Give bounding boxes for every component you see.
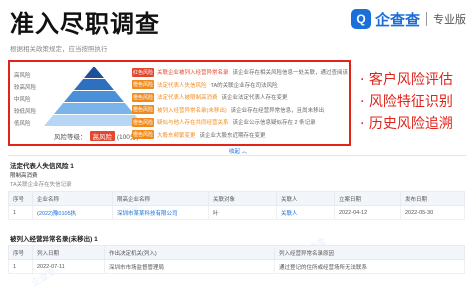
cell-pub-date: 2022-05-30 bbox=[400, 205, 465, 220]
risk-pyramid-chart bbox=[44, 67, 144, 126]
annotation-risk-history: · 历史风险追溯 bbox=[360, 116, 453, 132]
risk-item-list: 红色风险 关联企业被列入经营异常名录 该企业存在相关风险信息一处关联，通过查阅该… bbox=[132, 66, 348, 141]
risk-item-desc: 该企业法定代表人存在变更 bbox=[221, 95, 288, 102]
cell-authority: 深圳市市场监督管理局 bbox=[104, 259, 275, 274]
risk-item[interactable]: 红色风险 关联企业被列入经营异常名录 该企业存在相关风险信息一处关联，通过查阅该… bbox=[132, 66, 348, 79]
risk-item-desc: 该企业存在相关风险信息一处关联，通过查阅该企业关联 bbox=[232, 70, 348, 77]
qichacha-logo-icon: Q bbox=[350, 9, 371, 29]
section-title-legal-rep: 法定代表人失信风险 1 bbox=[10, 163, 74, 170]
risk-level-tag: 橙色风险 bbox=[132, 117, 154, 127]
section-note: TA关联企业存在失信记录 bbox=[10, 182, 72, 188]
cell-relation: 叶 bbox=[208, 205, 277, 220]
page-subtitle: 根据相关政策规定，应当按照执行 bbox=[10, 46, 108, 53]
level-label: 较低风险 bbox=[14, 109, 37, 115]
section-divider bbox=[8, 155, 466, 156]
risk-item-title: 被列入经营异常名录(未移出) bbox=[157, 107, 227, 114]
column-header: 序号 bbox=[8, 245, 33, 260]
column-header: 发布日期 bbox=[400, 191, 465, 206]
section-subtitle: 限制高消费 bbox=[10, 173, 38, 179]
cell-no: 1 bbox=[8, 259, 33, 274]
column-header: 关联人 bbox=[276, 191, 335, 206]
risk-item[interactable]: 橙色风险 疑似与他人存在共同经营关系 该企业公示信息疑似存在 2 条记录 bbox=[132, 116, 348, 129]
column-header: 列入日期 bbox=[32, 245, 105, 260]
risk-item-title: 关联企业被列入经营异常名录 bbox=[157, 70, 229, 77]
pyramid-layer bbox=[64, 91, 124, 102]
cell-no: 1 bbox=[8, 205, 33, 220]
cell-person-link[interactable]: 关联人 bbox=[276, 205, 335, 220]
risk-item[interactable]: 橙色风险 法定代表人失信风险 TA的关联企业存在司法风险 bbox=[132, 79, 348, 92]
pyramid-layer bbox=[44, 115, 144, 126]
risk-grade: 风险等级： 高风险 (100分) bbox=[54, 131, 139, 141]
risk-item-title: 疑似与他人存在共同经营关系 bbox=[157, 120, 229, 127]
risk-item-desc: 该企业大股东近期存在变更 bbox=[199, 132, 266, 139]
cell-reason: 通过登记的住所或经营场所无法联系 bbox=[274, 259, 465, 274]
abnormal-list-table: 序号 列入日期 作出决定机关(列入) 列入经营异常名录原因 1 2022-07-… bbox=[8, 245, 465, 274]
column-header: 企业名称 bbox=[32, 191, 113, 206]
column-header: 列入经营异常名录原因 bbox=[274, 245, 465, 260]
collapse-toggle[interactable]: 收起 ︿ bbox=[229, 147, 247, 155]
table-header-row: 序号 企业名称 限高企业名称 关联对象 关联人 立案日期 发布日期 bbox=[8, 191, 465, 206]
risk-grade-badge: 高风险 bbox=[89, 131, 115, 141]
page-title: 准入尽职调查 bbox=[10, 10, 160, 38]
column-header: 关联对象 bbox=[208, 191, 277, 206]
column-header: 序号 bbox=[8, 191, 33, 206]
risk-level-tag: 橙色风险 bbox=[132, 92, 154, 102]
legal-rep-table: 序号 企业名称 限高企业名称 关联对象 关联人 立案日期 发布日期 1 (202… bbox=[8, 191, 465, 220]
annotation-risk-assessment: · 客户风险评估 bbox=[360, 72, 453, 88]
cell-target-link[interactable]: 深圳市某某科技有限公司 bbox=[112, 205, 209, 220]
level-label: 较高风险 bbox=[14, 85, 37, 91]
risk-level-tag: 橙色风险 bbox=[132, 80, 154, 90]
feature-annotations: · 客户风险评估 · 风险特征识别 · 历史风险追溯 bbox=[360, 70, 453, 136]
risk-item-title: 法定代表人被限制高消费 bbox=[157, 95, 218, 102]
risk-item[interactable]: 橙色风险 被列入经营异常名录(未移出) 该企业存在经营异常信息，且尚未移出 bbox=[132, 104, 348, 117]
risk-item-title: 法定代表人失信风险 bbox=[157, 82, 207, 89]
risk-level-tag: 红色风险 bbox=[132, 67, 154, 77]
column-header: 限高企业名称 bbox=[112, 191, 209, 206]
cell-company-link[interactable]: (2022)豫0105执 bbox=[32, 205, 113, 220]
column-header: 作出决定机关(列入) bbox=[104, 245, 275, 260]
column-header: 立案日期 bbox=[334, 191, 401, 206]
pyramid-layer bbox=[84, 67, 104, 78]
risk-item-title: 大股东频繁变更 bbox=[157, 132, 196, 139]
cell-case-date: 2022-04-12 bbox=[334, 205, 401, 220]
annotation-risk-identification: · 风险特征识别 bbox=[360, 94, 453, 110]
level-label: 低风险 bbox=[14, 121, 31, 127]
risk-item-desc: TA的关联企业存在司法风险 bbox=[210, 82, 278, 89]
risk-grade-label: 风险等级： bbox=[54, 134, 87, 141]
section-title-abnormal: 被列入经营异常名录(未移出) 1 bbox=[10, 236, 98, 243]
table-row: 1 (2022)豫0105执 深圳市某某科技有限公司 叶 关联人 2022-04… bbox=[8, 205, 465, 220]
brand-name: 企查查 bbox=[374, 10, 420, 29]
page-header: 准入尽职调查 Q 企查查 专业版 bbox=[0, 0, 474, 38]
risk-level-tag: 橙色风险 bbox=[132, 130, 154, 140]
cell-date: 2022-07-11 bbox=[32, 259, 105, 274]
pyramid-level-labels: 高风险 较高风险 中风险 较低风险 低风险 bbox=[14, 70, 36, 130]
table-header-row: 序号 列入日期 作出决定机关(列入) 列入经营异常名录原因 bbox=[8, 245, 465, 260]
brand-divider bbox=[426, 12, 427, 26]
brand[interactable]: Q 企查查 专业版 bbox=[350, 7, 466, 31]
table-row: 1 2022-07-11 深圳市市场监督管理局 通过登记的住所或经营场所无法联系 bbox=[8, 259, 465, 274]
pyramid-layer bbox=[74, 79, 114, 90]
level-label: 高风险 bbox=[14, 73, 31, 79]
risk-item-desc: 该企业公示信息疑似存在 2 条记录 bbox=[232, 120, 316, 127]
level-label: 中风险 bbox=[14, 97, 31, 103]
brand-edition: 专业版 bbox=[433, 13, 466, 26]
pyramid-layer bbox=[54, 103, 134, 114]
risk-item[interactable]: 橙色风险 法定代表人被限制高消费 该企业法定代表人存在变更 bbox=[132, 91, 348, 104]
risk-item[interactable]: 橙色风险 大股东频繁变更 该企业大股东近期存在变更 bbox=[132, 129, 348, 142]
risk-level-tag: 橙色风险 bbox=[132, 105, 154, 115]
risk-item-desc: 该企业存在经营异常信息，且尚未移出 bbox=[230, 107, 325, 114]
